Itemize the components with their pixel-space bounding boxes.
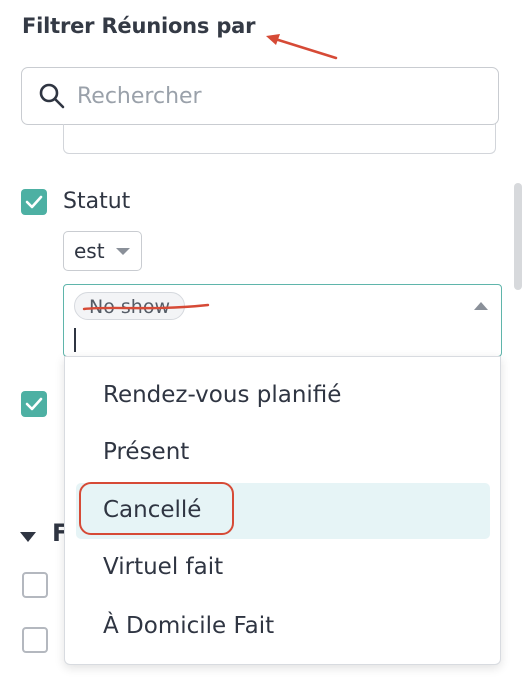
option-label: Virtuel fait xyxy=(103,554,224,580)
operator-select[interactable]: est xyxy=(63,231,142,271)
checkmark-icon xyxy=(25,397,43,411)
annotation-circle xyxy=(79,482,234,535)
option-item[interactable]: À Domicile Fait xyxy=(76,599,490,655)
chevron-up-icon[interactable] xyxy=(474,302,488,310)
checkmark-icon xyxy=(25,195,43,209)
operator-value: est xyxy=(74,239,105,263)
text-cursor xyxy=(74,328,76,352)
annotation-arrow-icon xyxy=(266,34,338,60)
collapse-triangle-icon[interactable] xyxy=(20,532,36,542)
option-item[interactable]: Présent xyxy=(76,425,490,481)
option-label: Rendez-vous planifié xyxy=(103,382,342,408)
second-filter-checkbox[interactable] xyxy=(21,391,47,417)
scrollbar[interactable] xyxy=(514,183,522,290)
statut-label: Statut xyxy=(63,189,131,214)
chevron-down-icon xyxy=(116,248,130,255)
filter-checkbox[interactable] xyxy=(22,627,48,653)
previous-filter-field[interactable] xyxy=(63,124,496,154)
statut-checkbox[interactable] xyxy=(21,189,47,215)
filter-checkbox[interactable] xyxy=(22,572,48,598)
search-input[interactable]: Rechercher xyxy=(21,67,499,125)
option-item[interactable]: Rendez-vous planifié xyxy=(76,368,490,424)
option-label: À Domicile Fait xyxy=(103,613,275,639)
filter-title: Filtrer Réunions par xyxy=(22,14,256,38)
search-placeholder: Rechercher xyxy=(77,84,202,109)
option-item[interactable]: Virtuel fait xyxy=(76,540,490,596)
option-label: Présent xyxy=(103,439,190,465)
annotation-strikethrough xyxy=(82,303,210,311)
search-icon xyxy=(39,83,65,109)
statut-value-multiselect[interactable]: No show xyxy=(63,284,502,357)
